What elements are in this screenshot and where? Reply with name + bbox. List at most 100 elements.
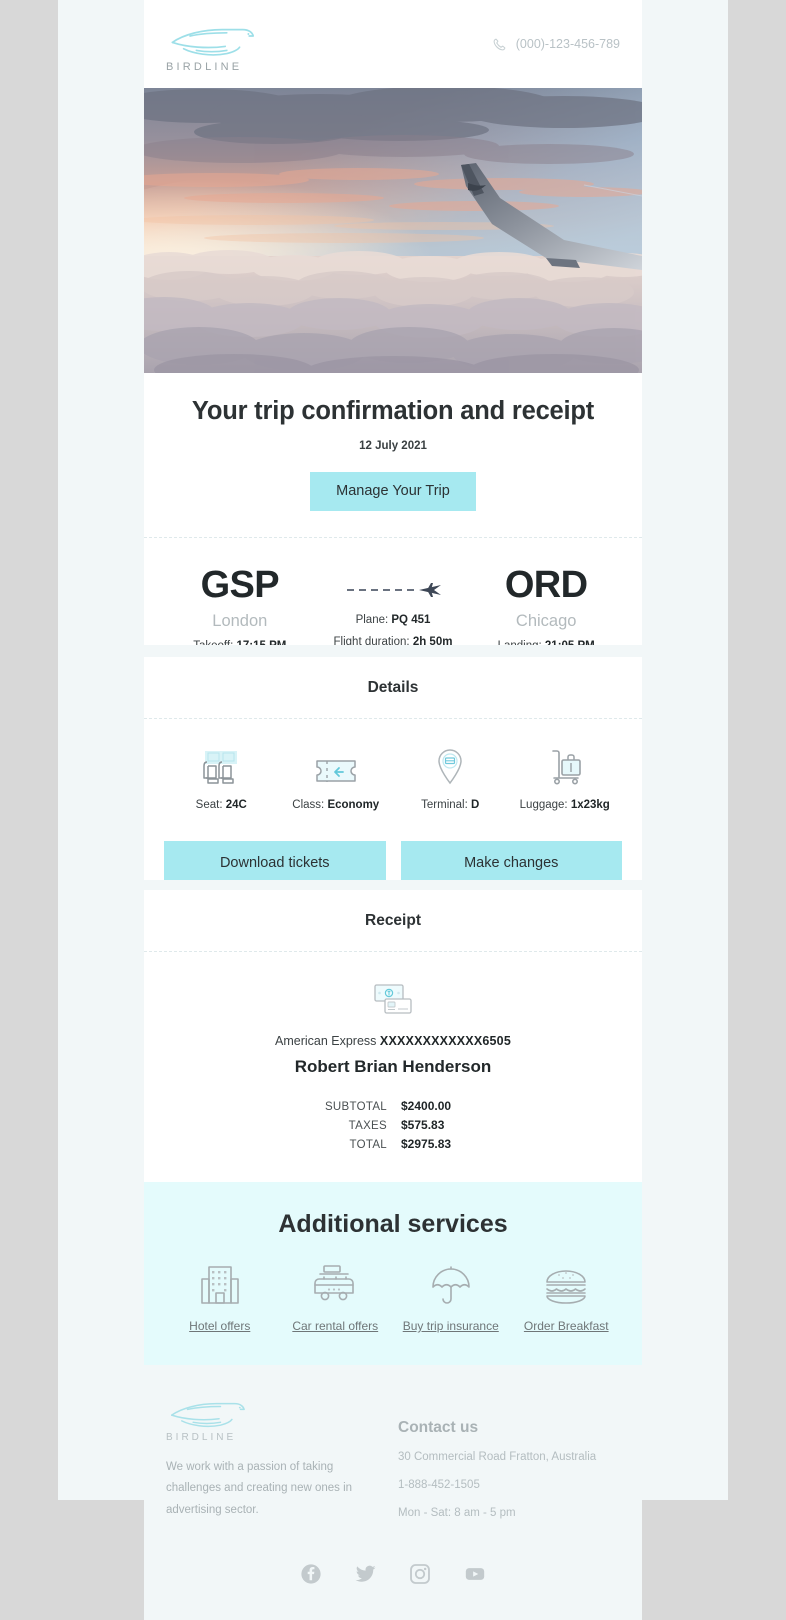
detail-seat-value: 24C xyxy=(225,799,247,811)
total-label: TOTAL xyxy=(349,1139,387,1151)
plane-number: Plane: PQ 451 xyxy=(312,614,475,626)
card-brand: American Express xyxy=(275,1034,377,1048)
header-phone[interactable]: (000)-123-456-789 xyxy=(492,37,620,52)
section-gap-route-details xyxy=(144,645,642,657)
additional-services-row: Hotel offers Car rental offers Buy trip … xyxy=(162,1261,624,1335)
receipt-body: American Express XXXXXXXXXXXX6505 Robert… xyxy=(144,952,642,1182)
origin-city: London xyxy=(212,611,268,630)
header-phone-number: (000)-123-456-789 xyxy=(515,37,620,51)
airplane-wing-photo xyxy=(144,88,642,373)
detail-class-value: Economy xyxy=(327,799,380,811)
detail-class: Class: Economy xyxy=(279,747,394,811)
service-hotel[interactable]: Hotel offers xyxy=(162,1261,278,1335)
plane-label: Plane: xyxy=(355,613,389,626)
terminal-pin-icon xyxy=(393,747,508,787)
hero-image xyxy=(144,88,642,373)
download-tickets-button[interactable]: Download tickets xyxy=(164,841,386,885)
ticket-icon xyxy=(279,747,394,787)
email-header: BIRDLINE (000)-123-456-789 xyxy=(144,0,642,88)
phone-icon xyxy=(493,38,506,50)
destination-city: Chicago xyxy=(515,611,577,630)
plane-value: PQ 451 xyxy=(391,613,431,626)
footer-address: 30 Commercial Road Fratton, Australia xyxy=(398,1451,597,1463)
origin-airport-code: GSP xyxy=(200,563,280,606)
screenshot-root: BIRDLINE (000)-123-456-789 Your trip con… xyxy=(0,0,786,1620)
service-breakfast-link[interactable]: Order Breakfast xyxy=(524,1319,609,1333)
destination-airport-code: ORD xyxy=(504,563,588,606)
details-grid: Seat: 24C Class: Economy Terminal: D Lug… xyxy=(144,719,642,831)
subtotal-value: $2400.00 xyxy=(401,1099,452,1113)
detail-luggage-label: Luggage: xyxy=(519,799,568,811)
seat-icon xyxy=(164,747,279,787)
route-middle: Plane: PQ 451 Flight duration: 2h 50m xyxy=(312,566,475,658)
burger-breakfast-icon xyxy=(509,1261,625,1309)
card-holder-name: Robert Brian Henderson xyxy=(294,1057,492,1076)
email-body: BIRDLINE (000)-123-456-789 Your trip con… xyxy=(144,0,642,688)
footer-phone[interactable]: 1-888-452-1505 xyxy=(398,1479,620,1491)
service-hotel-link[interactable]: Hotel offers xyxy=(189,1319,250,1333)
detail-luggage-value: 1x23kg xyxy=(570,799,610,811)
taxes-value: $575.83 xyxy=(401,1118,445,1132)
manage-trip-button[interactable]: Manage Your Trip xyxy=(310,472,476,511)
make-changes-button[interactable]: Make changes xyxy=(400,841,622,885)
intro-block: Your trip confirmation and receipt 12 Ju… xyxy=(144,373,642,537)
footer-contact-column: Contact us 30 Commercial Road Fratton, A… xyxy=(398,1395,620,1535)
detail-terminal: Terminal: D xyxy=(393,747,508,811)
detail-luggage: Luggage: 1x23kg xyxy=(508,747,623,811)
card-number: XXXXXXXXXXXX6505 xyxy=(379,1034,511,1048)
detail-seat-text: Seat: 24C xyxy=(164,799,279,811)
receipt-row: SUBTOTAL $2400.00 xyxy=(313,1099,473,1113)
luggage-cart-icon xyxy=(508,747,623,787)
email-footer: BIRDLINE We work with a passion of takin… xyxy=(144,1365,642,1545)
detail-luggage-text: Luggage: 1x23kg xyxy=(508,799,623,811)
receipt-card: Receipt American Express XXXXXXXXXXXX650… xyxy=(144,890,642,1620)
page-title: Your trip confirmation and receipt xyxy=(191,397,595,425)
detail-class-label: Class: xyxy=(292,799,325,811)
route-destination: ORD Chicago Landing: 21:05 PM xyxy=(474,566,618,653)
route-origin: GSP London Takeoff: 17:15 PM xyxy=(168,566,312,653)
footer-social-row xyxy=(144,1545,642,1620)
brand-lockup[interactable]: BIRDLINE xyxy=(166,16,262,73)
footer-contact-title: Contact us xyxy=(398,1419,479,1436)
details-card: Details Seat: 24C Class: Economy Termina… xyxy=(144,657,642,915)
twitter-icon[interactable] xyxy=(354,1563,377,1590)
service-insurance-link[interactable]: Buy trip insurance xyxy=(403,1319,499,1333)
detail-terminal-value: D xyxy=(471,799,480,811)
facebook-icon[interactable] xyxy=(300,1563,322,1590)
receipt-heading: Receipt xyxy=(144,890,642,951)
car-rental-icon xyxy=(278,1261,394,1309)
hotel-building-icon xyxy=(162,1261,278,1309)
detail-terminal-text: Terminal: D xyxy=(393,799,508,811)
instagram-icon[interactable] xyxy=(409,1563,431,1590)
bird-logo-icon xyxy=(171,28,255,56)
footer-brand-wordmark: BIRDLINE xyxy=(166,1432,237,1443)
receipt-row: TOTAL $2975.83 xyxy=(313,1137,473,1151)
trip-date: 12 July 2021 xyxy=(359,440,427,452)
receipt-row: TAXES $575.83 xyxy=(313,1118,473,1132)
footer-brand-column: BIRDLINE We work with a passion of takin… xyxy=(166,1395,378,1535)
subtotal-label: SUBTOTAL xyxy=(324,1101,387,1113)
footer-about-text: We work with a passion of taking challen… xyxy=(166,1461,353,1516)
additional-services-title: Additional services xyxy=(278,1210,508,1238)
service-insurance[interactable]: Buy trip insurance xyxy=(393,1261,509,1335)
detail-seat-label: Seat: xyxy=(195,799,223,811)
service-car-rental[interactable]: Car rental offers xyxy=(278,1261,394,1335)
card-line: American Express XXXXXXXXXXXX6505 xyxy=(164,1034,622,1048)
receipt-totals: SUBTOTAL $2400.00 TAXES $575.83 TOTAL $2… xyxy=(313,1099,473,1156)
section-gap-details-receipt xyxy=(144,880,642,890)
total-value: $2975.83 xyxy=(401,1137,452,1151)
bird-logo-icon xyxy=(170,1402,245,1428)
cash-card-icon xyxy=(374,984,412,1014)
umbrella-insurance-icon xyxy=(393,1261,509,1309)
detail-class-text: Class: Economy xyxy=(279,799,394,811)
detail-seat: Seat: 24C xyxy=(164,747,279,811)
footer-hours: Mon - Sat: 8 am - 5 pm xyxy=(398,1507,516,1519)
additional-services: Additional services Hotel offers Car ren… xyxy=(144,1182,642,1365)
brand-wordmark: BIRDLINE xyxy=(166,60,243,73)
detail-terminal-label: Terminal: xyxy=(421,799,468,811)
taxes-label: TAXES xyxy=(348,1120,387,1132)
service-breakfast[interactable]: Order Breakfast xyxy=(509,1261,625,1335)
youtube-icon[interactable] xyxy=(463,1563,487,1590)
details-heading: Details xyxy=(144,657,642,718)
service-car-rental-link[interactable]: Car rental offers xyxy=(292,1319,378,1333)
